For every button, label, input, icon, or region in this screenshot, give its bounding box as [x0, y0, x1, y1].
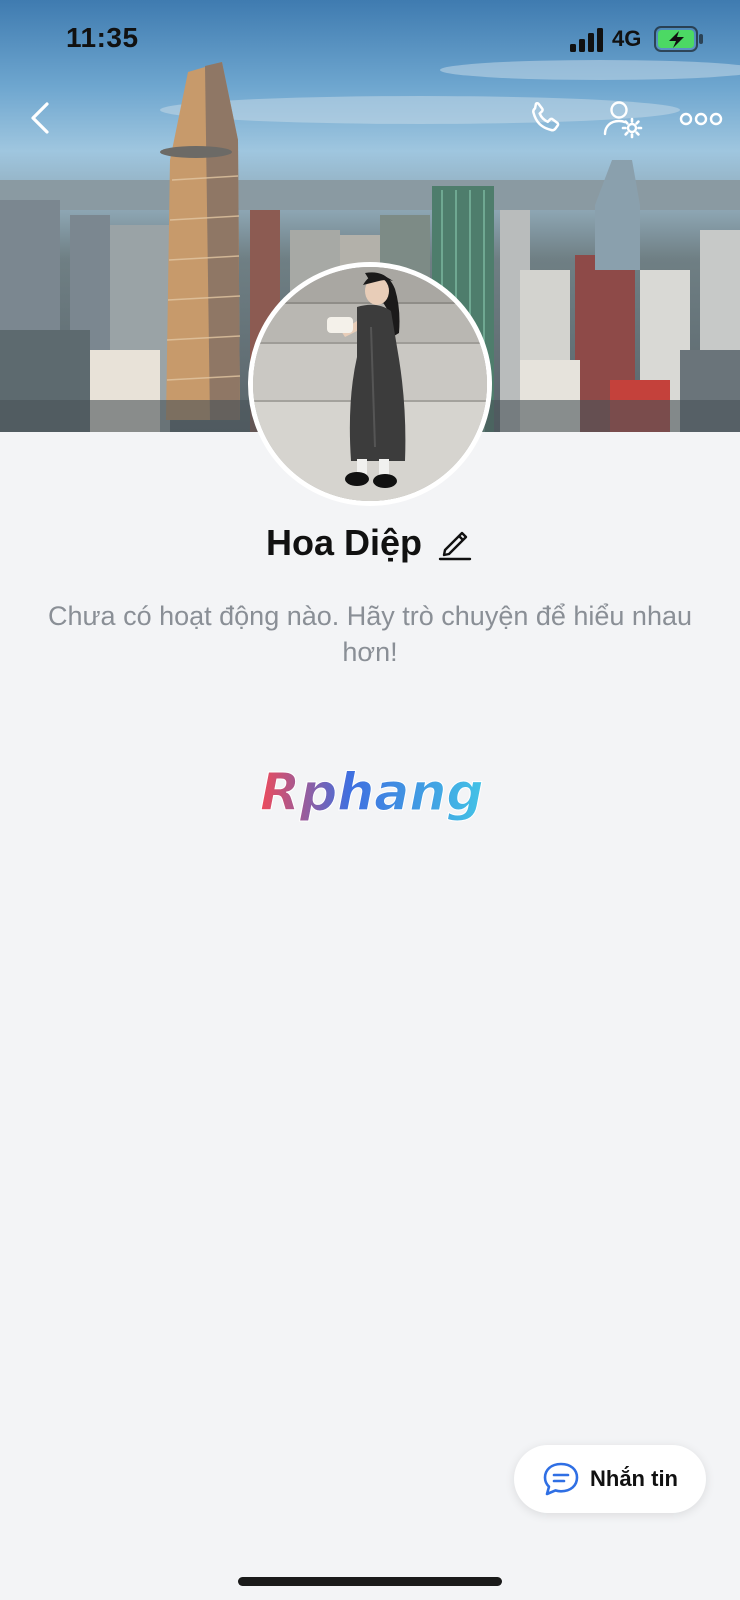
more-options-button[interactable] — [676, 96, 726, 142]
phone-icon — [532, 102, 560, 132]
signal-strength-icon — [570, 28, 603, 52]
message-button[interactable]: Nhắn tin — [514, 1445, 706, 1513]
more-horizontal-icon — [679, 112, 723, 126]
pencil-icon[interactable] — [436, 524, 474, 562]
back-button[interactable] — [18, 96, 62, 140]
profile-settings-button[interactable] — [600, 96, 646, 142]
message-button-label: Nhắn tin — [590, 1466, 678, 1491]
back-chevron-icon — [31, 102, 49, 134]
user-settings-icon — [603, 101, 643, 139]
battery-charging-icon — [654, 26, 703, 52]
profile-name: Hoa Diệp — [265, 522, 423, 563]
status-bar: 11:35 4G — [0, 0, 740, 80]
home-indicator[interactable] — [238, 1577, 502, 1586]
empty-activity-message: Chưa có hoạt động nào. Hãy trò chuyện để… — [47, 601, 693, 667]
avatar-photo — [253, 267, 487, 501]
network-type: 4G — [612, 26, 642, 51]
avatar[interactable] — [248, 262, 492, 506]
profile-name-row: Hoa Diệp — [0, 518, 740, 568]
call-button[interactable] — [522, 96, 568, 142]
watermark-text: Rphang — [260, 763, 484, 823]
chat-bubble-icon — [543, 1462, 579, 1496]
status-time: 11:35 — [66, 22, 139, 53]
rphang-watermark-logo: Rphang — [260, 763, 485, 824]
